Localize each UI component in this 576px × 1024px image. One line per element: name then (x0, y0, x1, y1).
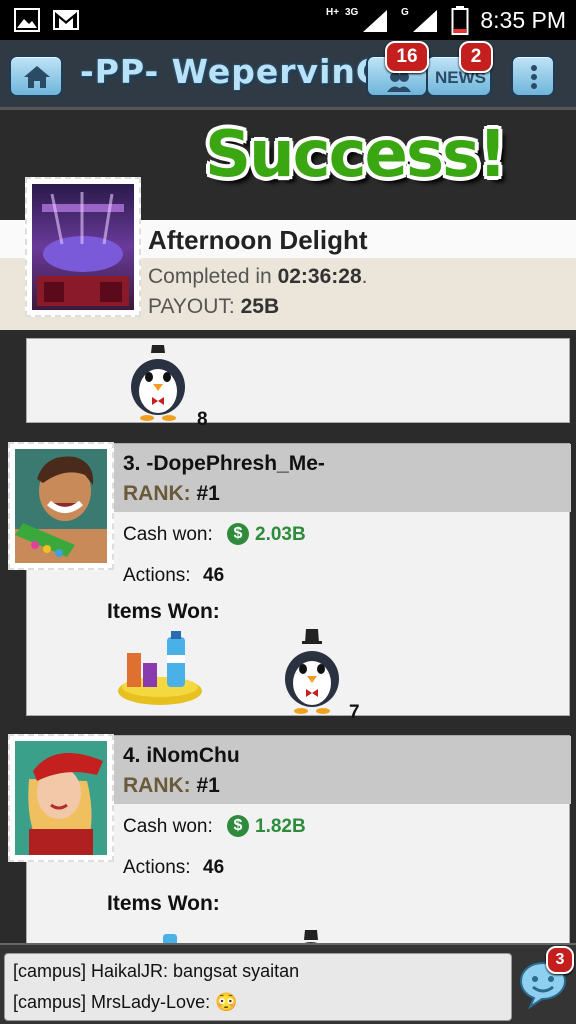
job-image (25, 177, 141, 317)
results-scroll-area[interactable]: Success! Afternoon Delight Completed in … (0, 113, 576, 943)
penguin-item-icon (285, 629, 339, 714)
payout-line: PAYOUT: 25B (148, 295, 280, 318)
image-icon (14, 8, 40, 32)
items-won-label: Items Won: (107, 600, 220, 623)
actions-label: Actions: (123, 565, 191, 586)
cash-won-value: 1.82B (255, 816, 306, 837)
news-notification-badge: 2 (459, 41, 493, 73)
dollar-icon: $ (227, 523, 249, 545)
menu-button[interactable] (511, 55, 555, 97)
penguin-item-icon (304, 930, 318, 943)
penguin-item-icon (131, 345, 185, 421)
player-rank: RANK: #1 (123, 482, 220, 505)
previous-player-card: 8 (26, 338, 570, 430)
status-bar: H+ 3G G 8:35 PM (0, 0, 576, 40)
player-avatar[interactable] (8, 734, 114, 862)
completed-time: 02:36:28 (277, 265, 362, 288)
home-icon (24, 66, 50, 88)
player-header: 4. iNomChu RANK: #1 (113, 736, 571, 804)
completed-line: Completed in 02:36:28. (148, 265, 368, 288)
dollar-icon: $ (227, 815, 249, 837)
gmail-icon (53, 10, 79, 30)
job-name: Afternoon Delight (148, 225, 368, 255)
network-type-label: G (401, 7, 409, 18)
chat-message: [campus] MrsLady-Love: 😳 (13, 992, 238, 1012)
snacks-item-icon (163, 934, 177, 943)
battery-icon (451, 6, 469, 35)
top-bar: -PP- WepervinCC NEWS 16 2 (0, 40, 576, 110)
cash-won-label: Cash won: (123, 524, 213, 545)
friends-icon (387, 72, 411, 92)
cash-won-label: Cash won: (123, 816, 213, 837)
page-title: -PP- WepervinCC (80, 52, 407, 91)
signal-icon (413, 10, 437, 32)
chat-notification-badge: 3 (546, 946, 574, 974)
payout-value: 25B (240, 295, 280, 318)
player-rank: RANK: #1 (123, 774, 220, 797)
player-header: 3. -DopePhresh_Me- RANK: #1 (113, 444, 571, 512)
actions-value: 46 (203, 857, 225, 878)
chat-box[interactable]: [campus] HaikalJR: bangsat syaitan [camp… (4, 953, 512, 1021)
snacks-item-icon (118, 631, 202, 705)
cash-won-value: 2.03B (255, 524, 306, 545)
item-count: 7 (349, 702, 360, 723)
clock: 8:35 PM (480, 7, 566, 33)
player-name[interactable]: 4. iNomChu (123, 744, 240, 768)
signal-icon (363, 10, 387, 32)
items-won-label: Items Won: (107, 892, 220, 915)
network-type-label: H+ (326, 7, 340, 18)
chat-bar: [campus] HaikalJR: bangsat syaitan [camp… (0, 943, 576, 1024)
player-avatar[interactable] (8, 442, 114, 570)
friends-notification-badge: 16 (385, 41, 429, 73)
home-button[interactable] (9, 55, 63, 97)
item-count: 8 (197, 409, 208, 430)
player-name[interactable]: 3. -DopePhresh_Me- (123, 452, 325, 476)
actions-value: 46 (203, 565, 225, 586)
actions-label: Actions: (123, 857, 191, 878)
more-vertical-icon (531, 65, 537, 89)
success-banner: Success! (205, 118, 507, 192)
chat-message: [campus] HaikalJR: bangsat syaitan (13, 961, 300, 981)
network-type-label: 3G (345, 7, 359, 18)
